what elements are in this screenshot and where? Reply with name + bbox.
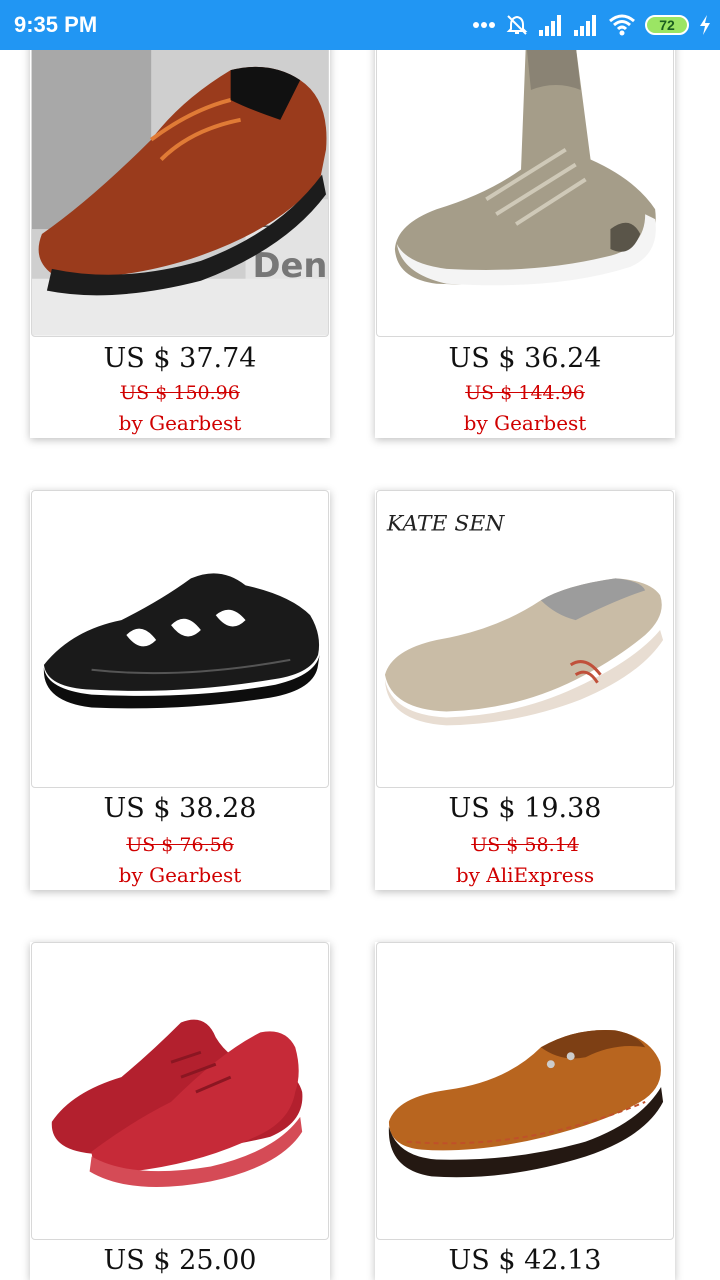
product-original-price: US $ 150.96 <box>120 382 240 404</box>
product-image[interactable] <box>31 942 329 1240</box>
product-price: US $ 19.38 <box>448 793 602 824</box>
product-seller[interactable]: by AliExpress <box>375 863 675 887</box>
product-image[interactable]: KATE SEN <box>376 490 674 788</box>
product-price: US $ 37.74 <box>103 343 257 374</box>
product-image[interactable] <box>376 0 674 337</box>
red-knit-sneaker-image <box>51 1019 303 1187</box>
product-card[interactable]: JE Den US $ 37.74 US $ 150.96 by Gearbes… <box>30 0 330 438</box>
product-price: US $ 25.00 <box>103 1245 257 1276</box>
product-original-price: US $ 144.96 <box>465 382 585 404</box>
battery-icon: 72 <box>645 15 689 35</box>
beige-suede-loafer-image: KATE SEN <box>384 512 664 726</box>
product-price: US $ 36.24 <box>448 343 602 374</box>
product-card[interactable]: US $ 36.24 US $ 144.96 by Gearbest <box>375 0 675 438</box>
product-original-price: US $ 58.14 <box>471 834 579 856</box>
black-leather-sandal-image <box>43 573 321 709</box>
product-image[interactable] <box>31 490 329 788</box>
brown-leather-sneaker-image: JE Den <box>32 0 328 336</box>
status-time: 9:35 PM <box>14 12 98 37</box>
product-original-price: US $ 76.56 <box>126 834 234 856</box>
signal-icon <box>574 15 596 36</box>
charging-icon <box>700 15 710 35</box>
brand-logo: KATE SEN <box>386 512 505 537</box>
wifi-icon <box>609 14 635 36</box>
product-card[interactable]: US $ 38.28 US $ 76.56 by Gearbest <box>30 490 330 890</box>
more-dots-icon <box>473 22 495 28</box>
product-seller[interactable]: by Gearbest <box>30 863 330 887</box>
product-image[interactable]: JE Den <box>31 0 329 337</box>
product-card[interactable]: KATE SEN US $ 19.38 US $ 58.14 by AliExp… <box>375 490 675 890</box>
product-seller[interactable]: by Gearbest <box>375 411 675 435</box>
status-bar: 9:35 PM 72 <box>0 0 720 50</box>
knit-high-top-sneaker-image <box>394 36 656 286</box>
product-grid: JE Den US $ 37.74 US $ 150.96 by Gearbes… <box>0 0 720 1280</box>
product-price: US $ 42.13 <box>448 1245 602 1276</box>
brown-leather-moccasin-image <box>388 1030 664 1178</box>
signal-icon <box>539 15 561 36</box>
status-icons: 72 <box>472 12 712 38</box>
alarm-off-icon <box>506 15 528 35</box>
product-card[interactable]: US $ 25.00 <box>30 942 330 1280</box>
product-card[interactable]: US $ 42.13 <box>375 942 675 1280</box>
product-seller[interactable]: by Gearbest <box>30 411 330 435</box>
battery-level: 72 <box>659 17 675 33</box>
product-image[interactable] <box>376 942 674 1240</box>
product-price: US $ 38.28 <box>103 793 257 824</box>
